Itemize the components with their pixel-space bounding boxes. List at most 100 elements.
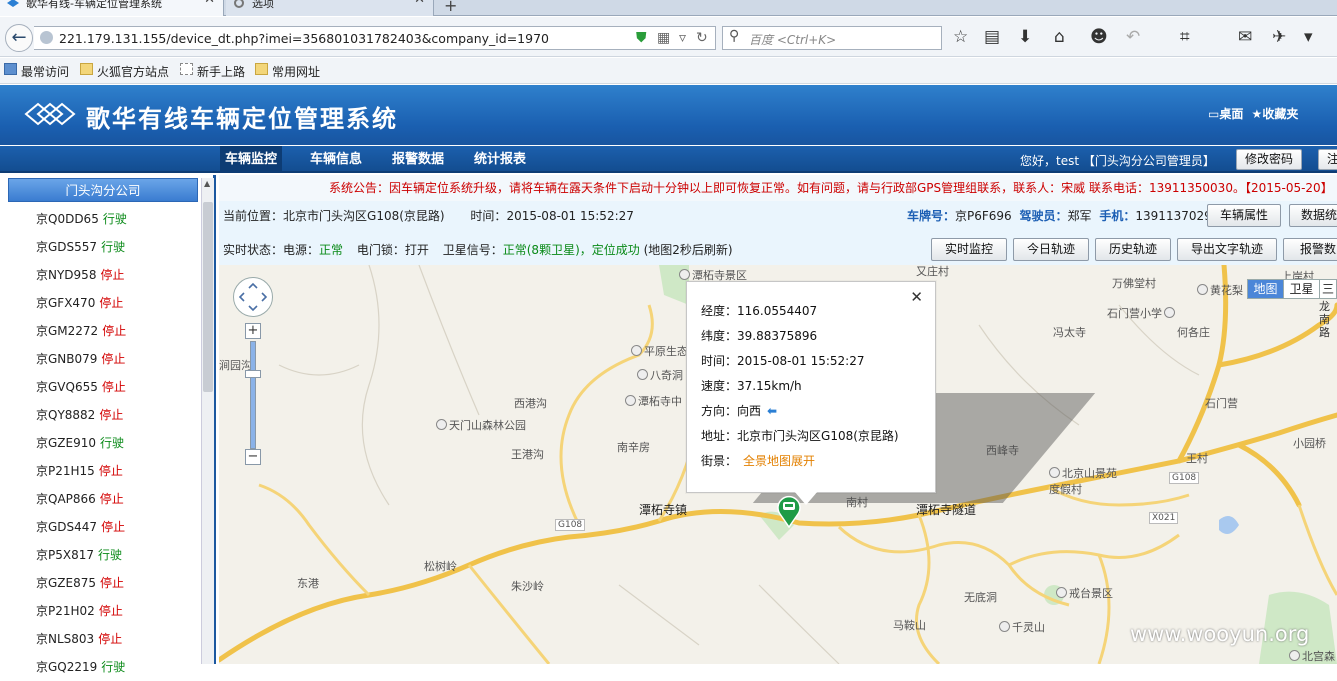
alarm-data-button[interactable]: 报警数 [1283, 238, 1337, 261]
group-header[interactable]: 门头沟分公司 [8, 178, 198, 202]
download-icon[interactable]: ⬇ [1018, 27, 1032, 47]
vehicle-list-item[interactable]: 京GNB079 停止 [36, 345, 125, 373]
vehicle-list-item[interactable]: 京GQ2219 行驶 [36, 653, 125, 681]
vehicle-status: 停止 [98, 604, 123, 618]
map-label: 马鞍山 [893, 619, 926, 632]
close-tab-icon[interactable]: ✕ [414, 0, 425, 6]
scroll-up-icon[interactable]: ▲ [204, 179, 210, 188]
crop-icon[interactable]: ⌗ [1180, 27, 1190, 47]
vehicle-plate: 京Q0DD65 [36, 212, 99, 226]
popup-latitude: 纬度：39.88375896 [701, 329, 818, 343]
zoom-in-button[interactable]: + [245, 323, 261, 339]
vehicle-plate: 京GZE910 [36, 436, 97, 450]
zoom-slider[interactable] [250, 341, 256, 449]
car-marker-icon[interactable] [776, 494, 802, 528]
home-icon[interactable]: ⌂ [1054, 27, 1065, 47]
vehicle-status: 停止 [101, 520, 126, 534]
streetview-link[interactable]: 全景地图展开 [743, 454, 815, 468]
menu-dropdown-icon[interactable]: ▾ [1304, 27, 1313, 47]
bookmark-getting-started[interactable]: 新手上路 [180, 63, 245, 80]
vehicle-list-item[interactable]: 京GZE910 行驶 [36, 429, 124, 457]
vehicle-list-item[interactable]: 京Q0DD65 行驶 [36, 205, 127, 233]
history-track-button[interactable]: 历史轨迹 [1095, 238, 1171, 261]
vehicle-status: 停止 [99, 296, 124, 310]
road-sign: G108 [555, 519, 586, 531]
scrollbar-thumb[interactable] [203, 202, 213, 392]
vehicle-list-item[interactable]: 京QY8882 停止 [36, 401, 123, 429]
data-stats-button[interactable]: 数据统 [1289, 204, 1337, 227]
map-label: 松树岭 [424, 560, 457, 573]
current-position: 当前位置：北京市门头沟区G108(京昆路) 时间：2015-08-01 15:5… [223, 209, 634, 223]
vehicle-status: 行驶 [101, 660, 126, 674]
change-password-button[interactable]: 修改密码 [1236, 149, 1302, 170]
bookmarks-bar: 最常访问 火狐官方站点 新手上路 常用网址 [0, 58, 1337, 84]
road-sign: G108 [1169, 472, 1200, 484]
vehicle-list-item[interactable]: 京GZE875 停止 [36, 569, 124, 597]
vehicle-list-item[interactable]: 京NLS803 停止 [36, 625, 122, 653]
extension-icon[interactable]: ✈ [1272, 27, 1286, 47]
bookmark-star-icon[interactable]: ☆ [953, 27, 968, 47]
browser-tab-active[interactable]: 歌华有线-车辆定位管理系统 ✕ [0, 0, 224, 16]
reload-icon[interactable]: ↻ [696, 30, 708, 46]
tab-statistics[interactable]: 统计报表 [464, 146, 536, 173]
bookmark-most-visited[interactable]: 最常访问 [4, 63, 69, 80]
qr-code-icon[interactable]: ▦ [657, 30, 670, 46]
url-bar[interactable]: 221.179.131.155/device_dt.php?imei=35680… [34, 26, 716, 50]
bookmark-firefox-site[interactable]: 火狐官方站点 [80, 63, 169, 80]
vehicle-plate: 京P21H02 [36, 604, 95, 618]
vehicle-list-item[interactable]: 京P21H02 停止 [36, 597, 123, 625]
dropdown-icon[interactable]: ▿ [679, 30, 686, 46]
chat-icon[interactable]: ☻ [1090, 27, 1108, 47]
logout-button[interactable]: 注 [1318, 149, 1337, 170]
vehicle-attributes-button[interactable]: 车辆属性 [1207, 204, 1281, 227]
globe-icon [40, 31, 53, 44]
export-text-track-button[interactable]: 导出文字轨迹 [1177, 238, 1277, 261]
undo-icon[interactable]: ↶ [1126, 27, 1140, 47]
realtime-monitor-button[interactable]: 实时监控 [931, 238, 1007, 261]
desktop-link[interactable]: ▭桌面 [1208, 107, 1243, 121]
message-icon[interactable]: ✉ [1238, 27, 1252, 47]
map-label: 王村 [1186, 452, 1208, 465]
tab-alarm-data[interactable]: 报警数据 [382, 146, 454, 173]
vehicle-list-item[interactable]: 京P5X817 行驶 [36, 541, 122, 569]
back-button[interactable]: ← [5, 24, 33, 52]
map-type-satellite[interactable]: 卫星 [1284, 280, 1320, 298]
tab-vehicle-info[interactable]: 车辆信息 [300, 146, 372, 173]
new-tab-button[interactable]: + [444, 0, 457, 15]
favorites-link[interactable]: ★收藏夹 [1252, 107, 1299, 121]
user-greeting: 您好，test 【门头沟分公司管理员】 [1020, 154, 1215, 168]
locate-status: ，定位成功 [579, 243, 640, 257]
map-type-map[interactable]: 地图 [1248, 280, 1284, 298]
vehicle-plate: 京NYD958 [36, 268, 97, 282]
close-icon[interactable]: ✕ [910, 288, 923, 306]
vehicle-plate: 京QY8882 [36, 408, 96, 422]
zoom-slider-knob[interactable] [245, 370, 261, 378]
search-box[interactable]: ⚲ 百度 <Ctrl+K> [722, 26, 942, 50]
vehicle-list-item[interactable]: 京NYD958 停止 [36, 261, 124, 289]
today-track-button[interactable]: 今日轨迹 [1013, 238, 1089, 261]
vehicle-list-item[interactable]: 京GVQ655 停止 [36, 373, 126, 401]
pan-control[interactable] [233, 277, 273, 317]
system-title: 歌华有线车辆定位管理系统 [86, 105, 398, 133]
popup-speed: 速度：37.15km/h [701, 379, 802, 393]
bookmarks-list-icon[interactable]: ▤ [984, 27, 1000, 47]
close-tab-icon[interactable]: ✕ [204, 0, 215, 6]
vehicle-list-item[interactable]: 京GM2272 停止 [36, 317, 126, 345]
vehicle-list-item[interactable]: 京P21H15 停止 [36, 457, 123, 485]
bookmark-common-sites[interactable]: 常用网址 [255, 63, 320, 80]
vehicle-list-item[interactable]: 京GDS557 行驶 [36, 233, 125, 261]
map-view[interactable]: 潭柘寺景区 又庄村 万佛堂村 黄花梨 上岸村 石门营小学 何各庄 冯太寺 平原生… [219, 265, 1337, 664]
sidebar-scrollbar[interactable]: ▲ [201, 178, 214, 664]
tab-vehicle-monitor[interactable]: 车辆监控 [220, 146, 282, 173]
zoom-out-button[interactable]: − [245, 449, 261, 465]
map-label: 朱沙岭 [511, 580, 544, 593]
map-type-3d[interactable]: 三 [1320, 280, 1336, 298]
vehicle-list-item[interactable]: 京QAP866 停止 [36, 485, 124, 513]
vehicle-status: 停止 [100, 268, 125, 282]
popup-address: 地址：北京市门头沟区G108(京昆路) [701, 429, 899, 443]
vehicle-list-item[interactable]: 京GFX470 停止 [36, 289, 123, 317]
tab-title: 选项 [252, 0, 274, 10]
browser-tab[interactable]: 选项 ✕ [226, 0, 434, 16]
shield-icon[interactable]: ⛊ [636, 30, 647, 46]
vehicle-list-item[interactable]: 京GDS447 停止 [36, 513, 125, 541]
